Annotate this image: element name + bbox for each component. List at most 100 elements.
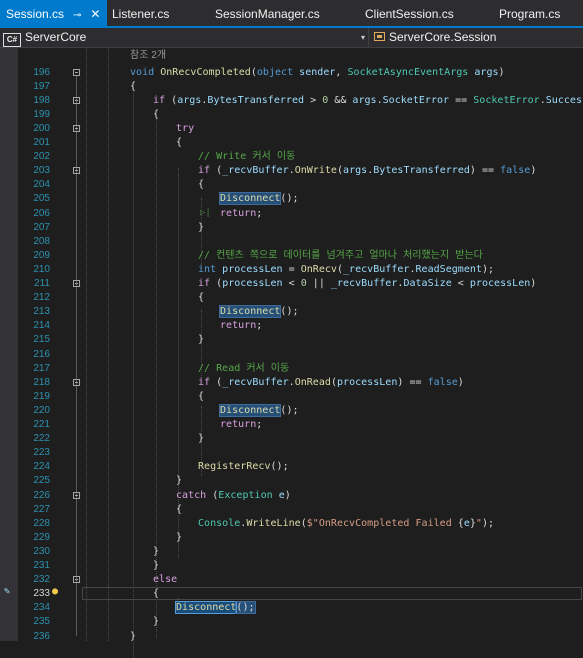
code-text[interactable]: // Write 커서 이동 xyxy=(198,150,295,164)
pin-icon[interactable]: ⊸ xyxy=(73,2,81,30)
collapse-outline-icon[interactable] xyxy=(73,491,80,499)
code-line[interactable]: 230} xyxy=(0,545,583,559)
code-line[interactable]: 210 int processLen = OnRecv(_recvBuffer.R… xyxy=(0,263,583,277)
code-text[interactable]: // 컨텐츠 쪽으로 데이터를 넘겨주고 얼마나 처리했는지 받는다 xyxy=(198,249,483,263)
code-line[interactable]: 209 // 컨텐츠 쪽으로 데이터를 넘겨주고 얼마나 처리했는지 받는다 xyxy=(0,249,583,263)
project-dropdown[interactable]: C# ServerCore ▾ xyxy=(3,28,369,47)
code-line[interactable]: 229} xyxy=(0,531,583,545)
code-text[interactable]: void OnRecvCompleted(object sender, Sock… xyxy=(130,66,505,80)
code-text[interactable]: return; xyxy=(220,319,262,333)
code-text[interactable]: Disconnect(); xyxy=(218,192,299,206)
code-line[interactable]: 224 RegisterRecv(); xyxy=(0,460,583,474)
code-line[interactable]: 236} xyxy=(0,630,583,644)
run-to-cursor-icon[interactable]: ▷| xyxy=(200,206,211,220)
code-text[interactable]: RegisterRecv(); xyxy=(198,460,289,474)
code-text[interactable]: Disconnect(); xyxy=(174,601,256,615)
code-line[interactable]: 215} xyxy=(0,333,583,347)
code-text[interactable]: { xyxy=(153,587,159,601)
collapse-outline-icon[interactable] xyxy=(73,124,80,132)
code-line[interactable]: 200 try xyxy=(0,122,583,136)
code-text[interactable]: if (processLen < 0 || _recvBuffer.DataSi… xyxy=(198,277,536,291)
code-line[interactable]: 207} xyxy=(0,221,583,235)
code-line[interactable]: 220 Disconnect(); xyxy=(0,403,583,418)
type-dropdown[interactable]: ServerCore.Session xyxy=(370,28,583,47)
code-text[interactable]: } xyxy=(153,615,159,629)
tab-program-cs[interactable]: Program.cs xyxy=(499,0,560,26)
collapse-outline-icon[interactable] xyxy=(73,68,80,76)
tab-listener-cs[interactable]: Listener.cs xyxy=(112,0,169,26)
code-text[interactable]: if (_recvBuffer.OnRead(processLen) == fa… xyxy=(198,376,464,390)
collapse-outline-icon[interactable] xyxy=(73,576,80,584)
code-text[interactable]: { xyxy=(198,390,204,404)
code-line[interactable]: 221 return; xyxy=(0,418,583,432)
code-line[interactable]: 227 { xyxy=(0,503,583,517)
code-line[interactable]: 198 if (args.BytesTransferred > 0 && args… xyxy=(0,94,583,108)
collapse-outline-icon[interactable] xyxy=(73,167,80,175)
code-text[interactable]: } xyxy=(153,559,159,573)
code-line[interactable]: 199 { xyxy=(0,108,583,122)
code-text[interactable]: { xyxy=(130,80,136,94)
code-line[interactable]: 216 xyxy=(0,348,583,362)
code-text[interactable]: } xyxy=(198,432,204,446)
lightbulb-icon[interactable]: ● xyxy=(52,585,58,599)
code-line[interactable]: 219 { xyxy=(0,390,583,404)
code-text[interactable]: return; xyxy=(220,418,262,432)
code-line[interactable]: 223 xyxy=(0,446,583,460)
code-text[interactable]: { xyxy=(176,503,182,517)
code-text[interactable]: int processLen = OnRecv(_recvBuffer.Read… xyxy=(198,263,494,277)
code-text[interactable]: return; xyxy=(220,207,262,221)
collapse-outline-icon[interactable] xyxy=(73,280,80,287)
code-line[interactable]: 222} xyxy=(0,432,583,446)
code-text[interactable]: try xyxy=(176,122,194,136)
code-text[interactable]: { xyxy=(198,291,204,305)
code-text[interactable]: { xyxy=(176,136,182,150)
code-text[interactable]: } xyxy=(153,545,159,559)
code-line[interactable]: 196 void OnRecvCompleted(object sender, S… xyxy=(0,66,583,80)
code-line[interactable]: 197 { xyxy=(0,80,583,94)
code-line[interactable]: 213 Disconnect(); xyxy=(0,305,583,319)
collapse-outline-icon[interactable] xyxy=(73,96,80,104)
code-line[interactable]: 234 Disconnect(); xyxy=(0,601,583,615)
code-line[interactable]: 211 if (processLen < 0 || _recvBuffer.Dat… xyxy=(0,277,583,291)
code-line[interactable]: 202 // Write 커서 이동 xyxy=(0,150,583,164)
code-text[interactable]: // Read 커서 이동 xyxy=(198,362,289,376)
code-text[interactable]: Disconnect(); xyxy=(218,403,299,418)
close-icon[interactable]: ✕ xyxy=(90,0,100,28)
collapse-outline-icon[interactable] xyxy=(73,378,80,386)
code-line[interactable]: 212 { xyxy=(0,291,583,305)
code-text[interactable]: } xyxy=(176,531,182,545)
code-line[interactable]: 217 // Read 커서 이동 xyxy=(0,362,583,376)
code-editor[interactable]: 참조 2개 196 void OnRecvCompleted(object sen… xyxy=(0,48,583,658)
code-line[interactable]: 204 { xyxy=(0,178,583,192)
tab-sessionmanager-cs[interactable]: SessionManager.cs xyxy=(215,0,320,26)
code-line[interactable]: 226 catch (Exception e) xyxy=(0,489,583,503)
code-text[interactable]: } xyxy=(130,630,136,644)
quick-action-screwdriver-icon[interactable]: ✎ xyxy=(4,585,10,599)
code-line[interactable]: 225} xyxy=(0,474,583,488)
code-line[interactable]: 214 return; xyxy=(0,319,583,333)
code-text[interactable]: Disconnect(); xyxy=(218,305,299,319)
code-line[interactable]: 208 xyxy=(0,235,583,249)
code-text[interactable]: if (_recvBuffer.OnWrite(args.BytesTransf… xyxy=(198,164,536,178)
code-text[interactable]: { xyxy=(198,178,204,192)
code-text[interactable]: if (args.BytesTransferred > 0 && args.So… xyxy=(153,94,583,108)
code-line[interactable]: 205 Disconnect(); xyxy=(0,192,583,206)
code-text[interactable]: } xyxy=(198,333,204,347)
code-line[interactable]: 228 Console.WriteLine($"OnRecvCompleted F… xyxy=(0,517,583,531)
code-text[interactable]: Console.WriteLine($"OnRecvCompleted Fail… xyxy=(198,517,494,531)
code-line[interactable]: 233 { xyxy=(0,587,583,601)
code-line[interactable]: 206 return; xyxy=(0,207,583,221)
code-text[interactable]: } xyxy=(198,221,204,235)
codelens-references[interactable]: 참조 2개 xyxy=(130,49,166,63)
code-line[interactable]: 218 if (_recvBuffer.OnRead(processLen) ==… xyxy=(0,376,583,390)
code-line[interactable]: 201 { xyxy=(0,136,583,150)
code-text[interactable]: else xyxy=(153,573,177,587)
code-line[interactable]: 235} xyxy=(0,615,583,629)
code-line[interactable]: 203 if (_recvBuffer.OnWrite(args.BytesTra… xyxy=(0,164,583,178)
code-text[interactable]: catch (Exception e) xyxy=(176,489,291,503)
code-line[interactable]: 231} xyxy=(0,559,583,573)
code-text[interactable]: } xyxy=(176,474,182,488)
tab-session-cs[interactable]: Session.cs ⊸ ✕ xyxy=(0,0,107,26)
code-text[interactable]: { xyxy=(153,108,159,122)
code-line[interactable]: 232 else xyxy=(0,573,583,587)
